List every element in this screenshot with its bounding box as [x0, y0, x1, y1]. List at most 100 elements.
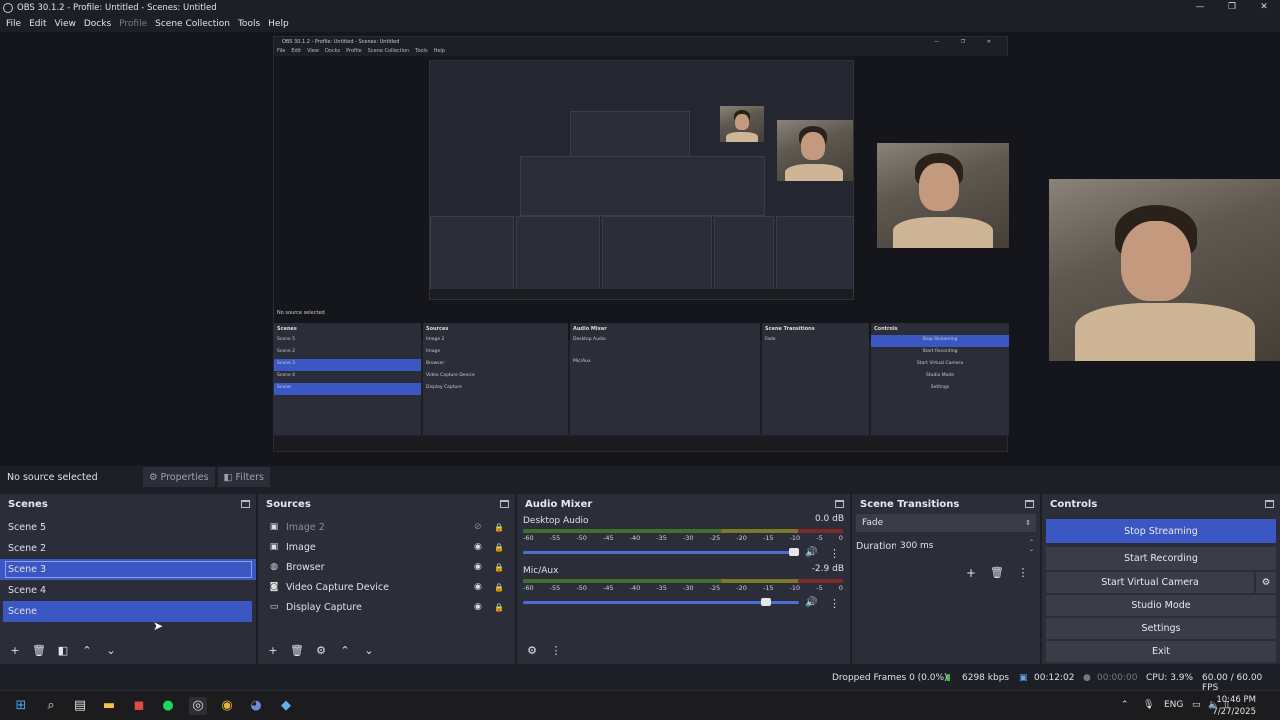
- track-name: Mic/Aux: [523, 566, 559, 576]
- system-clock[interactable]: 10:46 PM 7/27/2025: [1212, 694, 1256, 718]
- remove-transition-button[interactable]: 🗑: [986, 566, 1008, 580]
- add-scene-button[interactable]: +: [4, 642, 26, 660]
- scene-item[interactable]: Scene 2: [0, 538, 256, 559]
- undock-icon[interactable]: [500, 500, 509, 508]
- menu-profile[interactable]: Profile: [115, 19, 151, 29]
- image-icon: ▣: [269, 542, 279, 552]
- scale-tick: -35: [656, 534, 667, 542]
- menu-edit[interactable]: Edit: [25, 19, 50, 29]
- virtual-camera-settings-button[interactable]: ⚙: [1256, 572, 1276, 593]
- add-source-button[interactable]: +: [262, 642, 284, 660]
- source-item[interactable]: ◙ Video Capture Device ◉ 🔒: [258, 577, 515, 597]
- undock-icon[interactable]: [1265, 500, 1274, 508]
- source-item[interactable]: ▣ Image 2 ⊘ 🔒: [258, 517, 515, 537]
- move-down-button[interactable]: ⌄: [100, 642, 122, 660]
- remove-scene-button[interactable]: 🗑: [28, 642, 50, 660]
- app-icon[interactable]: ◼: [130, 697, 148, 715]
- properties-button[interactable]: ⚙ Properties: [143, 467, 215, 487]
- source-item[interactable]: ▭ Display Capture ◉ 🔒: [258, 597, 515, 617]
- controls-title: Controls: [1050, 498, 1098, 510]
- volume-slider[interactable]: [523, 548, 799, 556]
- eye-icon[interactable]: ◉: [474, 602, 482, 612]
- mouse-cursor-icon: ➤: [153, 619, 164, 633]
- duration-input[interactable]: 300 ms ⌃ ⌄: [896, 537, 1036, 555]
- microphone-icon[interactable]: 🎙: [1143, 700, 1154, 710]
- stop-streaming-button[interactable]: Stop Streaming: [1046, 519, 1276, 543]
- start-virtual-camera-button[interactable]: Start Virtual Camera: [1046, 572, 1254, 593]
- scene-item[interactable]: Scene 5: [0, 517, 256, 538]
- more-options-icon[interactable]: ⋮: [829, 547, 840, 560]
- move-down-button[interactable]: ⌄: [358, 642, 380, 660]
- minimize-button[interactable]: —: [1184, 0, 1216, 16]
- undock-icon[interactable]: [241, 500, 250, 508]
- scale-tick: -60: [523, 534, 534, 542]
- obs-taskbar-icon[interactable]: ◎: [189, 697, 207, 715]
- menu-scene-collection[interactable]: Scene Collection: [151, 19, 234, 29]
- chevron-up-icon[interactable]: ⌃: [1121, 700, 1129, 710]
- menu-docks[interactable]: Docks: [80, 19, 115, 29]
- scene-item[interactable]: Scene 4: [0, 580, 256, 601]
- eye-icon[interactable]: ◉: [474, 542, 482, 552]
- close-button[interactable]: ✕: [1248, 0, 1280, 16]
- task-view-icon[interactable]: ▤: [71, 697, 89, 715]
- undock-icon[interactable]: [1025, 500, 1034, 508]
- add-transition-button[interactable]: +: [960, 566, 982, 580]
- move-up-button[interactable]: ⌃: [334, 642, 356, 660]
- maximize-button[interactable]: ❐: [1216, 0, 1248, 16]
- track-name: Desktop Audio: [523, 516, 589, 526]
- lock-icon[interactable]: 🔒: [494, 543, 504, 552]
- transition-select[interactable]: Fade ⇕: [856, 514, 1036, 532]
- search-icon[interactable]: ⌕: [42, 697, 60, 715]
- eye-icon[interactable]: ◉: [474, 562, 482, 572]
- menu-tools[interactable]: Tools: [234, 19, 264, 29]
- source-properties-button[interactable]: ⚙: [310, 642, 332, 660]
- menu-help[interactable]: Help: [264, 19, 293, 29]
- speaker-icon[interactable]: 🔊: [805, 547, 817, 558]
- app-icon[interactable]: ◆: [277, 697, 295, 715]
- lock-icon[interactable]: 🔒: [494, 523, 504, 532]
- network-icon[interactable]: ▭: [1192, 700, 1201, 710]
- filters-button[interactable]: ◧ Filters: [217, 467, 271, 487]
- chrome-icon[interactable]: ◉: [218, 697, 236, 715]
- spinner-icon[interactable]: ⌃ ⌄: [1029, 539, 1034, 553]
- source-item[interactable]: ◍ Browser ◉ 🔒: [258, 557, 515, 577]
- mixer-menu-button[interactable]: ⋮: [545, 642, 567, 660]
- advanced-audio-button[interactable]: ⚙: [521, 642, 543, 660]
- nested-scene-row: Scene: [274, 383, 421, 395]
- discord-icon[interactable]: ◕: [247, 697, 265, 715]
- transition-menu-button[interactable]: ⋮: [1012, 566, 1034, 580]
- mixer-track-mic: Mic/Aux -2.9 dB -60 -55 -50 -45 -40 -35 -30 -25…: [517, 564, 850, 614]
- scale-tick: -35: [656, 584, 667, 592]
- file-explorer-icon[interactable]: ▬: [100, 697, 118, 715]
- undock-icon[interactable]: [835, 500, 844, 508]
- menu-view[interactable]: View: [51, 19, 80, 29]
- studio-mode-button[interactable]: Studio Mode: [1046, 595, 1276, 616]
- remove-source-button[interactable]: 🗑: [286, 642, 308, 660]
- duration-value: 300 ms: [900, 541, 934, 551]
- start-recording-button[interactable]: Start Recording: [1046, 547, 1276, 570]
- more-options-icon[interactable]: ⋮: [829, 597, 840, 610]
- settings-button[interactable]: Settings: [1046, 618, 1276, 639]
- menu-file[interactable]: File: [2, 19, 25, 29]
- windows-start-icon[interactable]: ⊞: [12, 697, 30, 715]
- language-indicator[interactable]: ENG: [1164, 700, 1183, 710]
- move-up-button[interactable]: ⌃: [76, 642, 98, 660]
- exit-button[interactable]: Exit: [1046, 641, 1276, 662]
- lock-icon[interactable]: 🔒: [494, 603, 504, 612]
- lock-icon[interactable]: 🔒: [494, 583, 504, 592]
- eye-hidden-icon[interactable]: ⊘: [474, 522, 482, 532]
- slider-handle[interactable]: [761, 598, 772, 606]
- spotify-icon[interactable]: ●: [159, 697, 177, 715]
- clock-time: 10:46 PM: [1216, 695, 1256, 705]
- slider-handle[interactable]: [789, 548, 799, 556]
- scene-item-active[interactable]: Scene: [3, 601, 252, 622]
- nested-controls-dock: Controls Stop Streaming Start Recording …: [871, 323, 1009, 435]
- lock-icon[interactable]: 🔒: [494, 563, 504, 572]
- scale-tick: -55: [549, 534, 561, 542]
- scene-item-selected[interactable]: Scene 3: [0, 559, 256, 580]
- scene-filters-button[interactable]: ◧: [52, 642, 74, 660]
- eye-icon[interactable]: ◉: [474, 582, 482, 592]
- volume-slider[interactable]: [523, 598, 799, 606]
- speaker-icon[interactable]: 🔊: [805, 597, 817, 608]
- source-item[interactable]: ▣ Image ◉ 🔒: [258, 537, 515, 557]
